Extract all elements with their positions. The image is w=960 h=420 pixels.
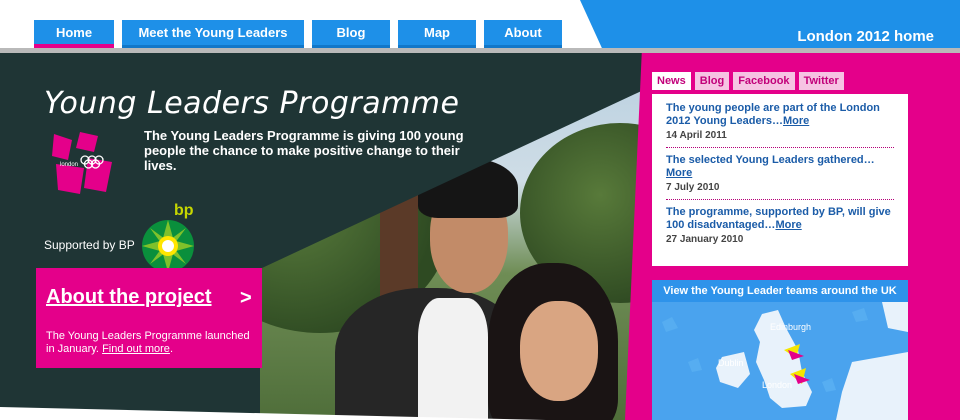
photo-person-shirt	[418, 298, 488, 420]
tab-map[interactable]: Map	[398, 20, 476, 48]
uk-map-icon	[652, 302, 908, 420]
map-label-london: London	[762, 380, 793, 390]
supported-by-label: Supported by BP	[44, 238, 135, 252]
news-headline-text[interactable]: The young people are part of the London …	[666, 102, 880, 127]
about-description: The Young Leaders Programme launched in …	[46, 330, 256, 356]
news-headline-text[interactable]: The selected Young Leaders gathered…	[666, 154, 875, 166]
map-title: View the Young Leader teams around the U…	[663, 285, 897, 297]
bp-helios-icon	[142, 220, 194, 272]
about-project-box: About the project > The Young Leaders Pr…	[36, 268, 262, 368]
more-link[interactable]: More	[666, 167, 692, 179]
tab-home[interactable]: Home	[34, 20, 114, 48]
news-date: 7 July 2010	[666, 182, 720, 193]
main-nav: Home Meet the Young Leaders Blog Map Abo…	[34, 20, 562, 48]
news-item: The programme, supported by BP, will giv…	[666, 206, 894, 251]
news-headline: The selected Young Leaders gathered…More	[666, 154, 894, 180]
news-list: The young people are part of the London …	[652, 94, 908, 266]
about-arrow-icon[interactable]: >	[240, 287, 252, 310]
more-link[interactable]: More	[775, 219, 801, 231]
map-label-edinburgh: Edinburgh	[770, 322, 812, 332]
london-2012-logo-icon: london	[52, 132, 112, 194]
news-item: The young people are part of the London …	[666, 102, 894, 148]
news-tabs: News Blog Facebook Twitter	[652, 72, 844, 90]
news-item: The selected Young Leaders gathered…More…	[666, 154, 894, 200]
tab-blog[interactable]: Blog	[312, 20, 390, 48]
news-headline: The young people are part of the London …	[666, 102, 894, 128]
find-out-more-link[interactable]: Find out more	[102, 343, 170, 355]
intro-text: The Young Leaders Programme is giving 10…	[144, 128, 464, 173]
top-navigation-bar: London 2012 home Home Meet the Young Lea…	[0, 0, 960, 50]
tab-news[interactable]: News	[652, 72, 691, 90]
about-text-suffix: .	[169, 343, 173, 355]
news-date: 27 January 2010	[666, 234, 744, 245]
photo-person-face	[520, 301, 598, 401]
page-title: Young Leaders Programme	[44, 86, 460, 121]
logo-wordmark: london	[60, 162, 78, 168]
news-panel: News Blog Facebook Twitter The young peo…	[652, 70, 908, 266]
more-link[interactable]: More	[783, 115, 809, 127]
tab-meet-the-young-leaders[interactable]: Meet the Young Leaders	[122, 20, 304, 48]
map-label-dublin: Dublin	[718, 358, 744, 368]
tab-blog-feed[interactable]: Blog	[694, 72, 730, 90]
tab-twitter[interactable]: Twitter	[798, 72, 844, 90]
tab-about[interactable]: About	[484, 20, 562, 48]
about-the-project-link[interactable]: About the project	[46, 286, 212, 309]
tab-facebook[interactable]: Facebook	[733, 72, 795, 90]
london-2012-home-link[interactable]: London 2012 home	[797, 28, 934, 45]
news-date: 14 April 2011	[666, 130, 727, 141]
uk-teams-map-box[interactable]: View the Young Leader teams around the U…	[652, 280, 908, 420]
news-headline: The programme, supported by BP, will giv…	[666, 206, 894, 232]
